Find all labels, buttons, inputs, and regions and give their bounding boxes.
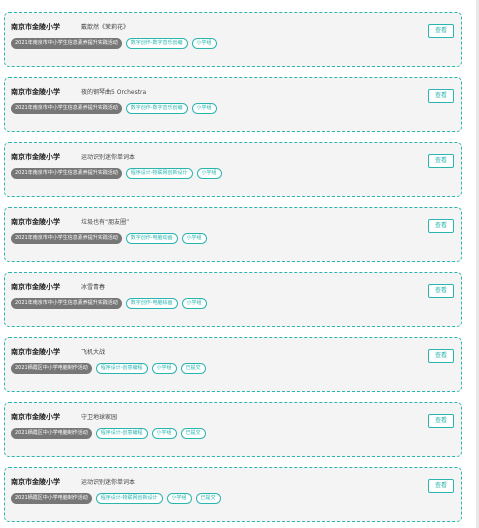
school-name: 南京市金陵小学 xyxy=(11,413,60,421)
tag-row: 2021栖霞区中小学电脑制作活动 程序设计-创意编程 小学组 已提交 xyxy=(11,428,206,439)
activity-badge: 2021年南京市中小学生信息素养提升实践活动 xyxy=(11,298,122,309)
work-title: 守卫地球家园 xyxy=(81,414,118,421)
category-tag: 小学组 xyxy=(191,103,217,114)
category-tag: 程序设计-物联网创新设计 xyxy=(95,493,163,504)
school-name: 南京市金陵小学 xyxy=(11,283,60,291)
category-tag: 数字创作-电脑动画 xyxy=(125,233,178,244)
school-name: 南京市金陵小学 xyxy=(11,153,60,161)
category-tag: 已提交 xyxy=(195,493,221,504)
work-title: 运动识别迷你单词本 xyxy=(81,154,136,161)
category-tag: 小学组 xyxy=(166,493,192,504)
tag-row: 2021年南京市中小学生信息素养提升实践活动 程序设计-物联网创新设计 小学组 xyxy=(11,168,222,179)
category-tag: 小学组 xyxy=(151,428,177,439)
submission-card: 南京市金陵小学 冰雪青春 2021年南京市中小学生信息素养提升实践活动 数字创作-电脑… xyxy=(4,272,462,327)
category-tag: 数字创作-电脑绘画 xyxy=(125,298,178,309)
category-tag: 小学组 xyxy=(181,298,207,309)
category-tag: 小学组 xyxy=(191,38,217,49)
tag-row: 2021年南京市中小学生信息素养提升实践活动 数字创作-电脑绘画 小学组 xyxy=(11,298,207,309)
tag-row: 2021栖霞区中小学电脑制作活动 程序设计-创意编程 小学组 已提交 xyxy=(11,363,206,374)
submission-card: 南京市金陵小学 夜的钢琴曲5 Orchestra 2021年南京市中小学生信息素养提… xyxy=(4,77,462,132)
category-tag: 小学组 xyxy=(181,233,207,244)
school-name: 南京市金陵小学 xyxy=(11,88,60,96)
category-tag: 已提交 xyxy=(180,428,206,439)
submission-card: 南京市金陵小学 垃圾也有“朋友圈” 2021年南京市中小学生信息素养提升实践活动 数字… xyxy=(4,207,462,262)
work-title: 飞机大战 xyxy=(81,349,106,356)
view-button[interactable]: 查看 xyxy=(428,479,454,493)
view-button[interactable]: 查看 xyxy=(428,219,454,233)
submission-card: 南京市金陵小学 运动识别迷你单词本 2021年南京市中小学生信息素养提升实践活动 程序… xyxy=(4,142,462,197)
category-tag: 程序设计-创意编程 xyxy=(95,428,148,439)
activity-badge: 2021栖霞区中小学电脑制作活动 xyxy=(11,428,92,439)
view-button[interactable]: 查看 xyxy=(428,24,454,38)
tag-row: 2021年南京市中小学生信息素养提升实践活动 数字创作-数字音乐创编 小学组 xyxy=(11,38,217,49)
tag-row: 2021年南京市中小学生信息素养提升实践活动 数字创作-数字音乐创编 小学组 xyxy=(11,103,217,114)
category-tag: 程序设计-创意编程 xyxy=(95,363,148,374)
work-title: 垃圾也有“朋友圈” xyxy=(81,219,130,226)
submission-card: 南京市金陵小学 飞机大战 2021栖霞区中小学电脑制作活动 程序设计-创意编程 小学组已… xyxy=(4,337,462,392)
view-button[interactable]: 查看 xyxy=(428,89,454,103)
activity-badge: 2021栖霞区中小学电脑制作活动 xyxy=(11,363,92,374)
work-title: 运动识别迷你单词本 xyxy=(81,479,136,486)
view-button[interactable]: 查看 xyxy=(428,414,454,428)
work-title: 夜的钢琴曲5 Orchestra xyxy=(81,89,147,96)
view-button[interactable]: 查看 xyxy=(428,284,454,298)
submission-card: 南京市金陵小学 戴歆然《茉莉花》 2021年南京市中小学生信息素养提升实践活动 数字创… xyxy=(4,12,462,67)
category-tag: 小学组 xyxy=(151,363,177,374)
activity-badge: 2021年南京市中小学生信息素养提升实践活动 xyxy=(11,168,122,179)
activity-badge: 2021年南京市中小学生信息素养提升实践活动 xyxy=(11,103,122,114)
activity-badge: 2021年南京市中小学生信息素养提升实践活动 xyxy=(11,38,122,49)
work-title: 冰雪青春 xyxy=(81,284,106,291)
activity-badge: 2021栖霞区中小学电脑制作活动 xyxy=(11,493,92,504)
work-title: 戴歆然《茉莉花》 xyxy=(81,24,130,31)
submission-card: 南京市金陵小学 守卫地球家园 2021栖霞区中小学电脑制作活动 程序设计-创意编程 小学… xyxy=(4,402,462,457)
category-tag: 已提交 xyxy=(180,363,206,374)
school-name: 南京市金陵小学 xyxy=(11,218,60,226)
category-tag: 小学组 xyxy=(196,168,222,179)
school-name: 南京市金陵小学 xyxy=(11,478,60,486)
tag-row: 2021年南京市中小学生信息素养提升实践活动 数字创作-电脑动画 小学组 xyxy=(11,233,207,244)
submission-card: 南京市金陵小学 运动识别迷你单词本 2021栖霞区中小学电脑制作活动 程序设计-物联网… xyxy=(4,467,462,522)
school-name: 南京市金陵小学 xyxy=(11,348,60,356)
category-tag: 数字创作-数字音乐创编 xyxy=(125,38,188,49)
school-name: 南京市金陵小学 xyxy=(11,23,60,31)
view-button[interactable]: 查看 xyxy=(428,154,454,168)
activity-badge: 2021年南京市中小学生信息素养提升实践活动 xyxy=(11,233,122,244)
tag-row: 2021栖霞区中小学电脑制作活动 程序设计-物联网创新设计 小学组 已提交 xyxy=(11,493,221,504)
view-button[interactable]: 查看 xyxy=(428,349,454,363)
category-tag: 数字创作-数字音乐创编 xyxy=(125,103,188,114)
category-tag: 程序设计-物联网创新设计 xyxy=(125,168,193,179)
